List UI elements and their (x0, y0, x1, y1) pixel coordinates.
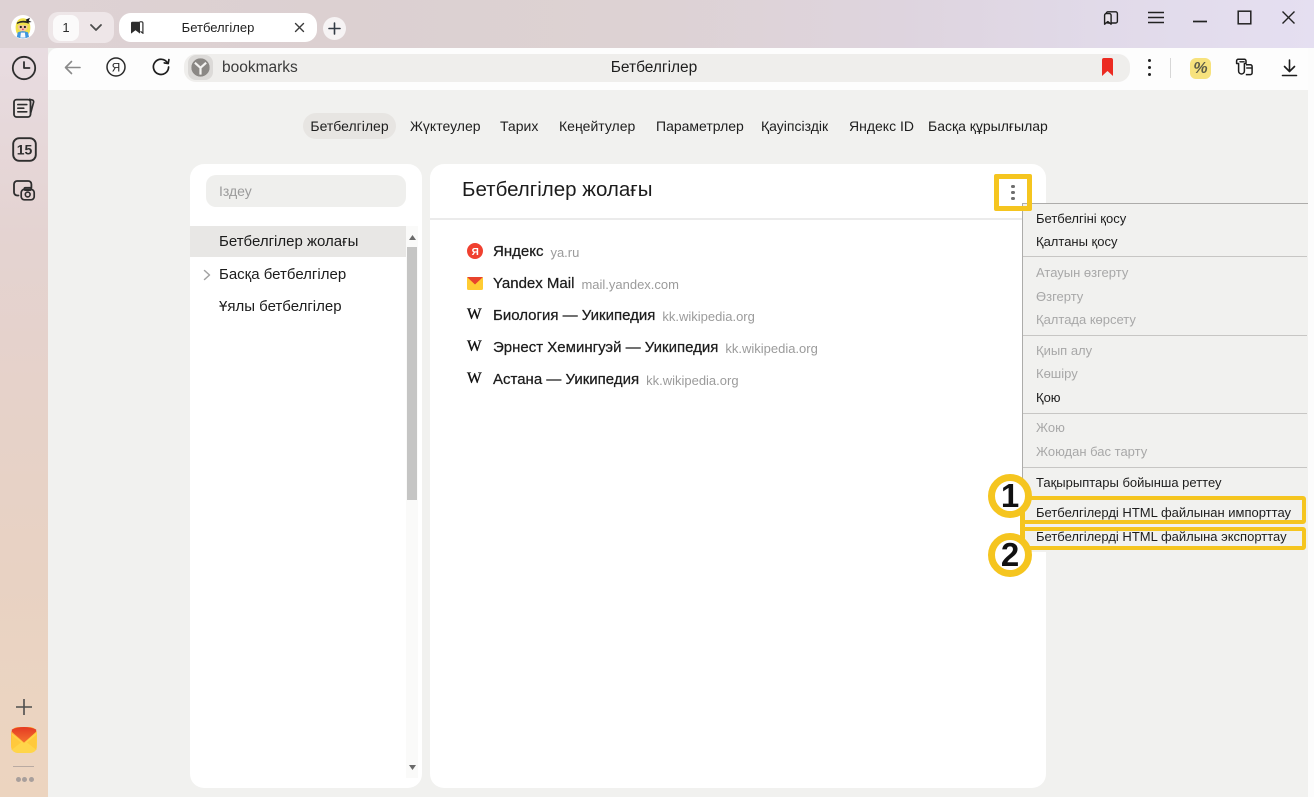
svg-text:Я: Я (472, 247, 479, 258)
svg-text:Я: Я (112, 61, 121, 75)
svg-text:15: 15 (17, 142, 33, 158)
